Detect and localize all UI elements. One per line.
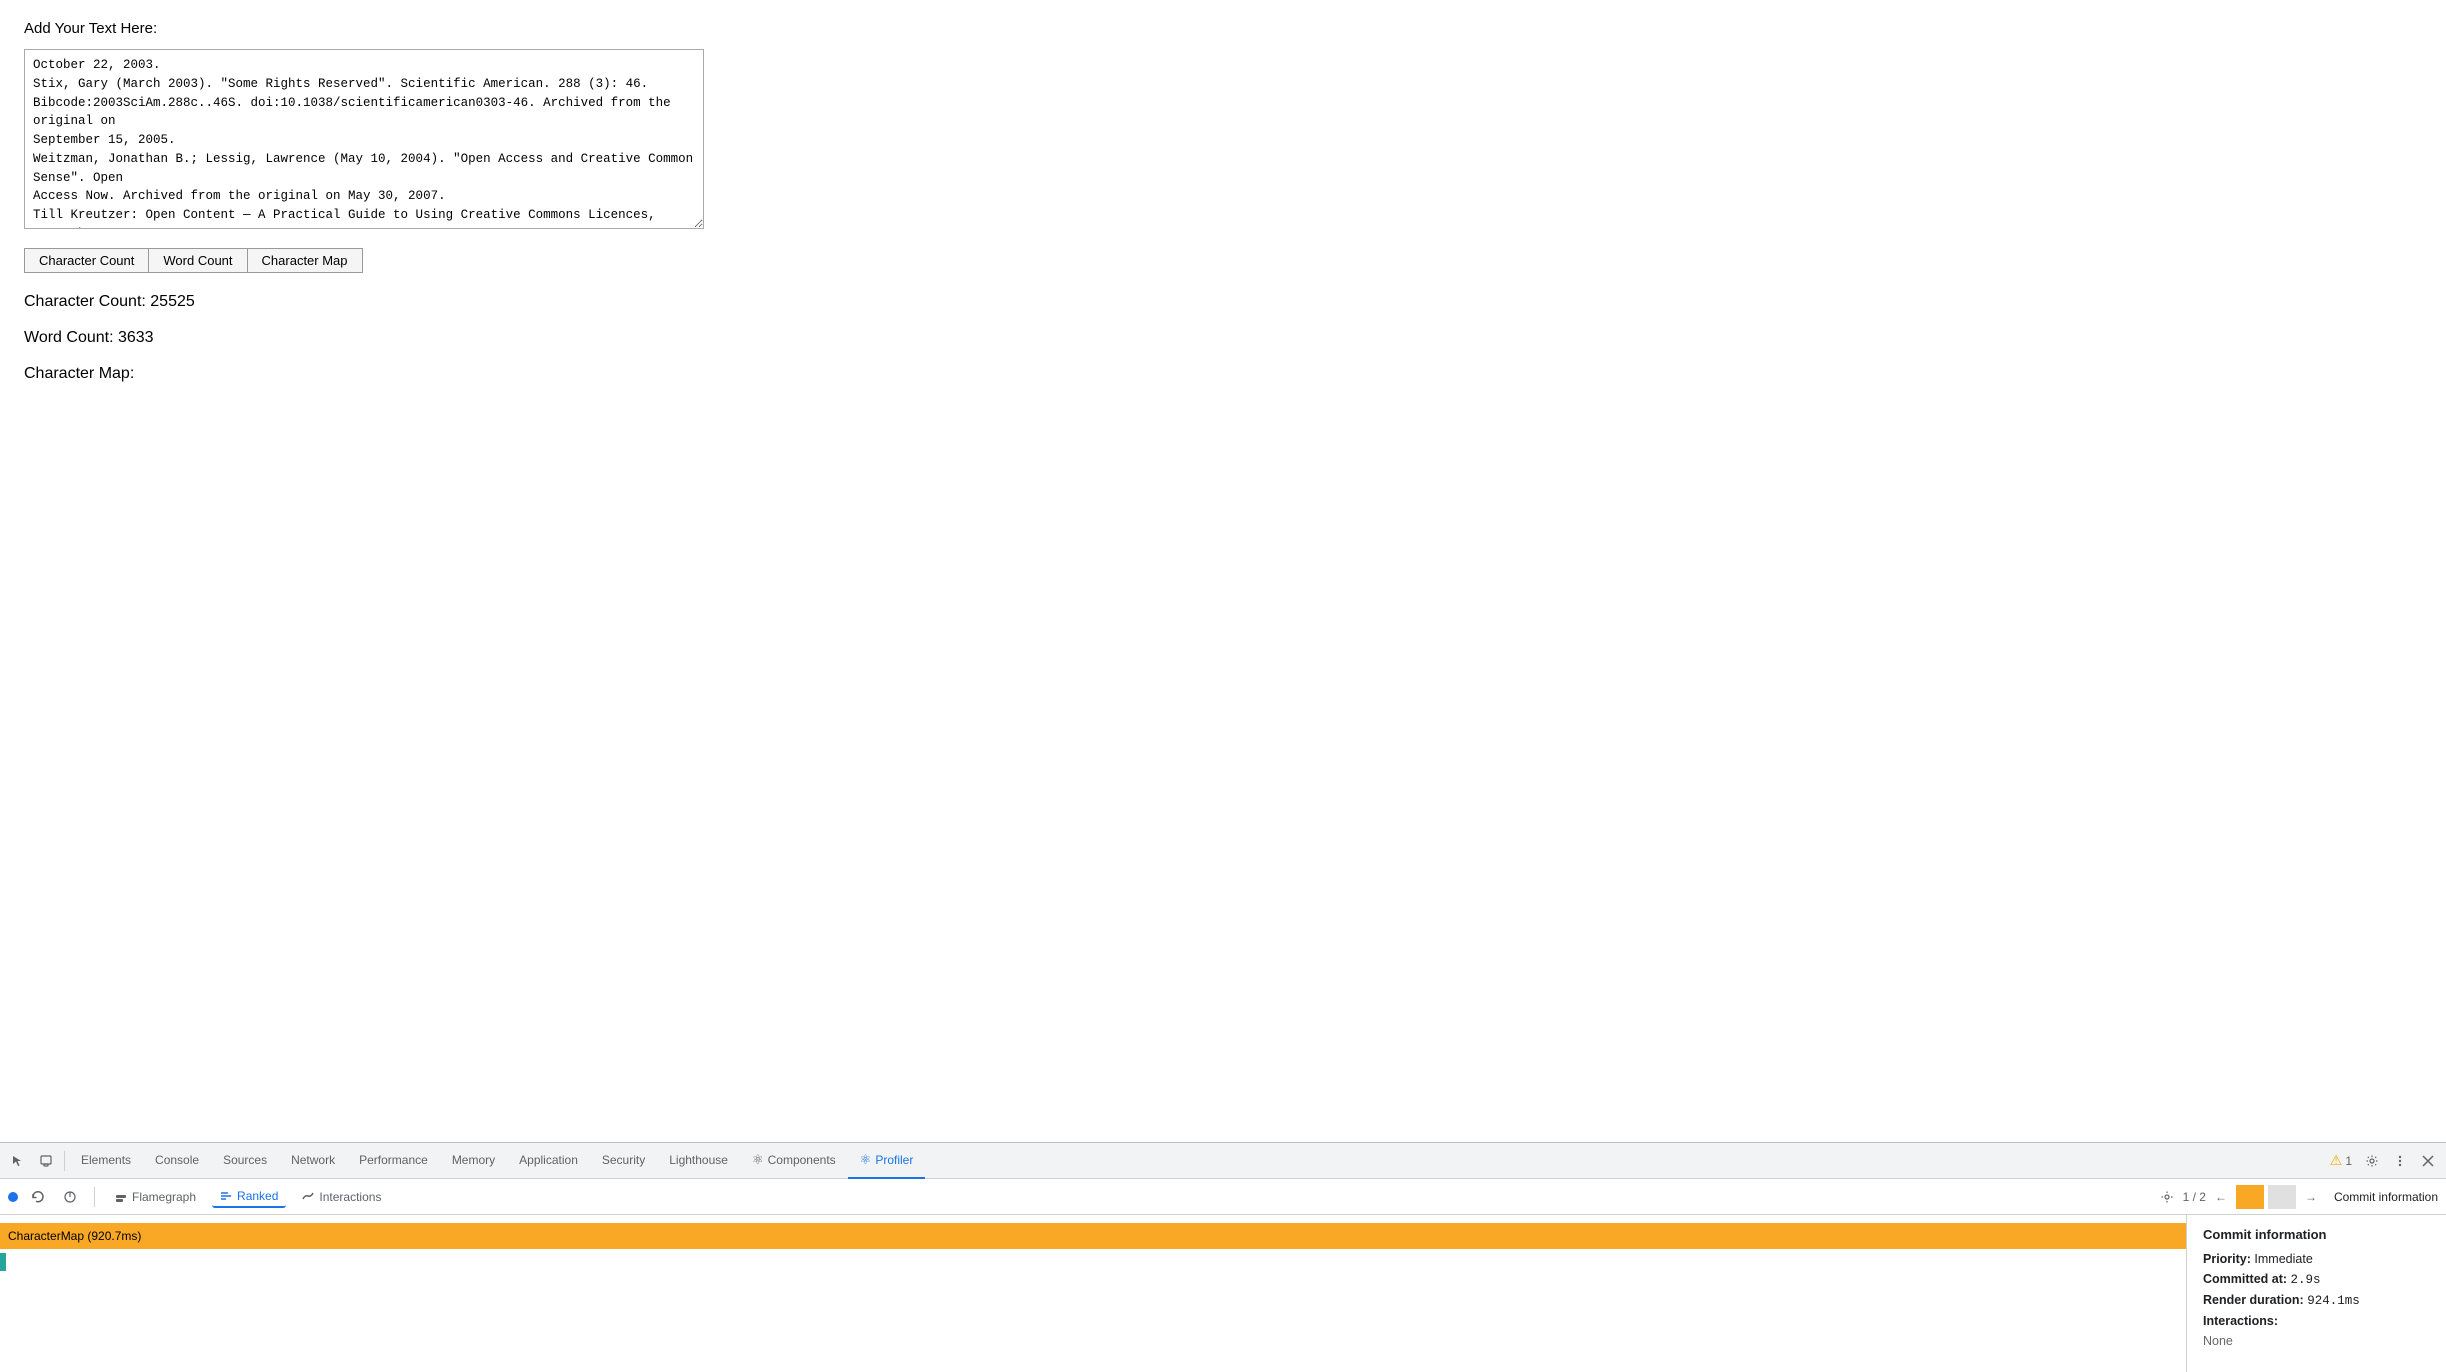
- ranked-view-btn[interactable]: Ranked: [212, 1186, 286, 1208]
- tab-components-label: Components: [768, 1153, 836, 1167]
- profiler-main-content: CharacterMap (920.7ms) Commit informatio…: [0, 1215, 2446, 1372]
- tab-sources[interactable]: Sources: [211, 1143, 279, 1179]
- button-row: Character Count Word Count Character Map: [24, 248, 2422, 273]
- render-duration-value: 924.1ms: [2307, 1294, 2360, 1308]
- device-icon-btn[interactable]: [32, 1147, 60, 1175]
- interactions-label: Interactions: [319, 1190, 381, 1204]
- profiler-icon: ⚛: [860, 1152, 872, 1168]
- render-duration-row: Render duration: 924.1ms: [2203, 1293, 2430, 1308]
- flame-bar-sub: [0, 1253, 6, 1271]
- warning-count: 1: [2345, 1154, 2352, 1168]
- commit-nav: 1 / 2 ← → Commit information: [2155, 1185, 2438, 1209]
- profiler-sep-1: [94, 1187, 95, 1207]
- tab-console-label: Console: [155, 1153, 199, 1167]
- flamegraph-view-btn[interactable]: Flamegraph: [107, 1187, 204, 1207]
- tab-elements-label: Elements: [81, 1153, 131, 1167]
- commit-block-1[interactable]: [2236, 1185, 2264, 1209]
- devtools-panel: Elements Console Sources Network Perform…: [0, 1142, 2446, 1372]
- flame-bar-label: CharacterMap (920.7ms): [8, 1229, 141, 1243]
- flame-bar-charactermap[interactable]: CharacterMap (920.7ms): [0, 1223, 2186, 1249]
- tab-lighthouse[interactable]: Lighthouse: [657, 1143, 740, 1179]
- ranked-label: Ranked: [237, 1189, 278, 1203]
- flamegraph-label: Flamegraph: [132, 1190, 196, 1204]
- page-label: Add Your Text Here:: [24, 20, 2422, 37]
- profiler-toolbar: Flamegraph Ranked Interactions: [0, 1179, 2446, 1215]
- prev-commit-btn[interactable]: ←: [2210, 1186, 2232, 1208]
- record-button[interactable]: [8, 1192, 18, 1202]
- more-options-btn[interactable]: [2386, 1147, 2414, 1175]
- settings-profiler-btn[interactable]: [2155, 1185, 2179, 1209]
- character-map-button[interactable]: Character Map: [248, 248, 363, 273]
- committed-at-label: Committed at:: [2203, 1272, 2287, 1286]
- interactions-value: None: [2203, 1334, 2430, 1348]
- interactions-view-btn[interactable]: Interactions: [294, 1187, 389, 1207]
- tab-components[interactable]: ⚛ Components: [740, 1143, 848, 1179]
- tab-memory-label: Memory: [452, 1153, 495, 1167]
- commit-info-title: Commit information: [2203, 1227, 2430, 1242]
- tab-memory[interactable]: Memory: [440, 1143, 507, 1179]
- word-count-result: Word Count: 3633: [24, 329, 2422, 347]
- tab-profiler[interactable]: ⚛ Profiler: [848, 1143, 926, 1179]
- tab-performance[interactable]: Performance: [347, 1143, 440, 1179]
- tab-performance-label: Performance: [359, 1153, 428, 1167]
- tab-profiler-label: Profiler: [875, 1153, 913, 1167]
- warning-badge: ⚠ 1: [2324, 1150, 2358, 1171]
- render-duration-label: Render duration:: [2203, 1293, 2304, 1307]
- interactions-row: Interactions:: [2203, 1314, 2430, 1328]
- tab-security-label: Security: [602, 1153, 645, 1167]
- commit-nav-text: 1 / 2: [2183, 1190, 2206, 1204]
- next-commit-btn[interactable]: →: [2300, 1186, 2322, 1208]
- commit-info-panel: Commit information Priority: Immediate C…: [2186, 1215, 2446, 1372]
- stop-profiling-btn[interactable]: [58, 1185, 82, 1209]
- text-area-container: October 22, 2003. Stix, Gary (March 2003…: [24, 49, 704, 232]
- devtools-tab-bar: Elements Console Sources Network Perform…: [0, 1143, 2446, 1179]
- committed-at-value: 2.9s: [2291, 1273, 2321, 1287]
- flame-graph-area: CharacterMap (920.7ms): [0, 1215, 2186, 1372]
- components-icon: ⚛: [752, 1152, 764, 1168]
- commit-info-nav-label: Commit information: [2334, 1190, 2438, 1204]
- tab-application[interactable]: Application: [507, 1143, 590, 1179]
- tab-separator-1: [64, 1151, 65, 1171]
- tab-network-label: Network: [291, 1153, 335, 1167]
- tab-sources-label: Sources: [223, 1153, 267, 1167]
- commit-block-2[interactable]: [2268, 1185, 2296, 1209]
- priority-label: Priority:: [2203, 1252, 2251, 1266]
- tab-security[interactable]: Security: [590, 1143, 657, 1179]
- interactions-label: Interactions:: [2203, 1314, 2278, 1328]
- text-input[interactable]: October 22, 2003. Stix, Gary (March 2003…: [24, 49, 704, 229]
- tab-network[interactable]: Network: [279, 1143, 347, 1179]
- reload-record-btn[interactable]: [26, 1185, 50, 1209]
- character-count-button[interactable]: Character Count: [24, 248, 149, 273]
- tab-elements[interactable]: Elements: [69, 1143, 143, 1179]
- character-count-result: Character Count: 25525: [24, 293, 2422, 311]
- warning-icon: ⚠: [2330, 1152, 2343, 1169]
- character-map-label: Character Map:: [24, 365, 2422, 383]
- tab-lighthouse-label: Lighthouse: [669, 1153, 728, 1167]
- priority-row: Priority: Immediate: [2203, 1252, 2430, 1266]
- main-content: Add Your Text Here: October 22, 2003. St…: [0, 0, 2446, 403]
- committed-at-row: Committed at: 2.9s: [2203, 1272, 2430, 1287]
- settings-icon-btn[interactable]: [2358, 1147, 2386, 1175]
- word-count-button[interactable]: Word Count: [149, 248, 247, 273]
- tab-console[interactable]: Console: [143, 1143, 211, 1179]
- priority-value: Immediate: [2254, 1252, 2312, 1266]
- cursor-icon-btn[interactable]: [4, 1147, 32, 1175]
- close-devtools-btn[interactable]: [2414, 1147, 2442, 1175]
- tab-application-label: Application: [519, 1153, 578, 1167]
